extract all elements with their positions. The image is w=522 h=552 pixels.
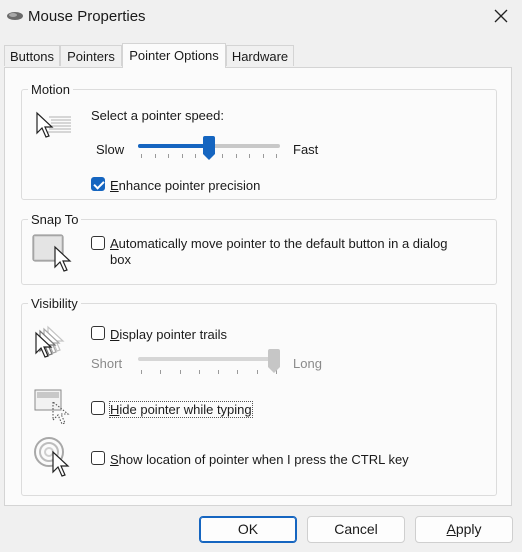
cancel-button[interactable]: Cancel bbox=[307, 516, 405, 543]
slow-label: Slow bbox=[96, 142, 125, 157]
speed-slider-thumb[interactable] bbox=[203, 136, 215, 160]
show-location-label: Show location of pointer when I press th… bbox=[110, 452, 409, 467]
window-title: Mouse Properties bbox=[28, 8, 146, 25]
speed-slider-fill bbox=[138, 144, 209, 148]
show-location-icon bbox=[33, 436, 73, 481]
pointer-trails-label: Display pointer trails bbox=[110, 327, 228, 342]
enhance-precision-checkbox[interactable] bbox=[91, 177, 105, 191]
ok-button[interactable]: OK bbox=[199, 516, 297, 543]
hide-pointer-icon bbox=[33, 388, 73, 431]
title-bar: Mouse Properties bbox=[0, 0, 522, 34]
trails-slider-ticks bbox=[141, 370, 277, 374]
mouse-icon bbox=[6, 10, 24, 25]
pointer-trails-checkbox[interactable] bbox=[91, 326, 105, 340]
motion-legend: Motion bbox=[28, 82, 74, 97]
hide-while-typing-label: Hide pointer while typing bbox=[109, 401, 253, 418]
snap-to-legend: Snap To bbox=[28, 212, 82, 227]
apply-button[interactable]: Apply bbox=[415, 516, 513, 543]
show-location-checkbox[interactable] bbox=[91, 451, 105, 465]
trails-slider-thumb[interactable] bbox=[268, 349, 280, 373]
pointer-trails-icon bbox=[32, 324, 76, 363]
snap-to-label-line2: box bbox=[110, 252, 131, 267]
pointer-trails-slider[interactable] bbox=[138, 349, 280, 377]
snap-to-group: Snap To bbox=[21, 212, 497, 285]
speed-label: Select a pointer speed: bbox=[91, 108, 224, 123]
close-icon bbox=[494, 9, 508, 26]
enhance-precision-label: Enhance pointer precision bbox=[110, 178, 261, 193]
short-label: Short bbox=[91, 356, 123, 371]
snap-to-checkbox[interactable] bbox=[91, 236, 105, 250]
long-label: Long bbox=[293, 356, 322, 371]
tab-buttons[interactable]: Buttons bbox=[4, 45, 60, 66]
tab-pointer-options[interactable]: Pointer Options bbox=[122, 43, 226, 68]
snap-to-label-line1: Automatically move pointer to the defaul… bbox=[110, 236, 448, 251]
pointer-speed-icon bbox=[33, 111, 73, 144]
close-button[interactable] bbox=[480, 0, 522, 34]
hide-while-typing-checkbox[interactable] bbox=[91, 401, 105, 415]
tab-content-panel: Motion Select a pointer speed: Slow Fast… bbox=[4, 67, 512, 506]
trails-slider-track bbox=[138, 357, 280, 361]
fast-label: Fast bbox=[293, 142, 319, 157]
visibility-legend: Visibility bbox=[28, 296, 81, 311]
snap-to-icon bbox=[31, 233, 75, 276]
tab-pointers[interactable]: Pointers bbox=[60, 45, 122, 66]
tab-hardware[interactable]: Hardware bbox=[226, 45, 294, 66]
pointer-speed-slider[interactable] bbox=[138, 136, 280, 164]
